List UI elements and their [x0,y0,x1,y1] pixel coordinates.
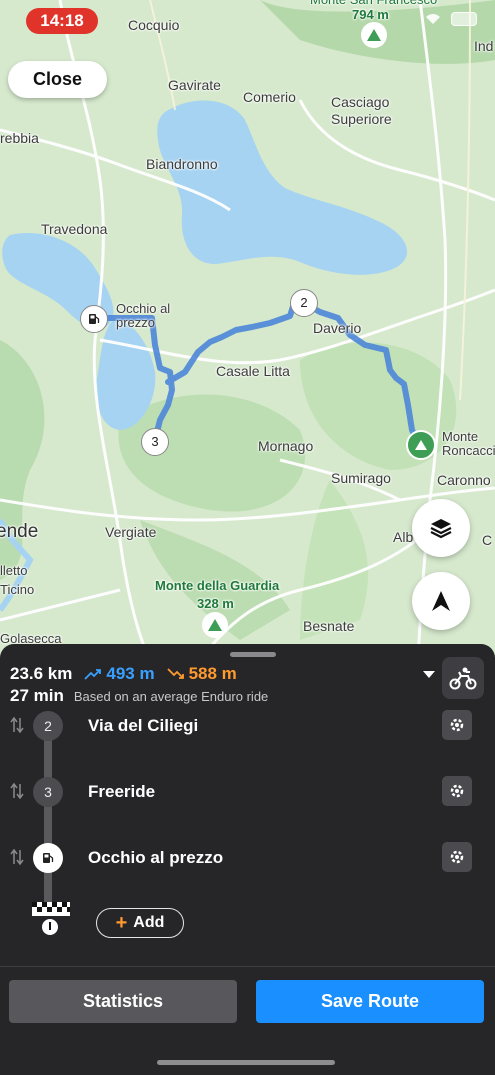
fuel-pump-icon[interactable] [80,305,108,333]
wifi-icon [426,14,440,24]
route-stats: 23.6 km 493 m 588 m [10,664,237,684]
route-descent-value: 588 m [188,664,237,683]
map-label-gavirate: Gavirate [168,77,221,93]
map-label-lletto: lletto [0,563,28,578]
stop-name[interactable]: Occhio al prezzo [88,848,223,868]
route-descent: 588 m [166,664,237,684]
map-view[interactable]: Cocquio Monte San Francesco 794 m Ind Ga… [0,0,495,660]
stop-row[interactable]: 3 Freeride [0,772,495,812]
status-time: 14:18 [26,8,98,34]
mountain-peak-icon[interactable] [202,612,228,638]
map-label-monte-san-francesco-elev: 794 m [352,7,389,22]
vehicle-select-button[interactable] [442,657,484,699]
stop-settings-button[interactable] [442,842,472,872]
map-label-daverio: Daverio [313,320,362,336]
add-stop-label: Add [133,914,165,931]
map-label-caronno: Caronno [437,472,491,488]
stop-row[interactable]: 2 Via del Ciliegi [0,706,495,746]
map-label-occhio-al-prezzo: Occhio al prezzo [116,301,171,330]
stop-name[interactable]: Freeride [88,782,155,802]
fuel-pump-icon [43,853,54,863]
home-indicator[interactable] [157,1060,335,1065]
route-distance: 23.6 km [10,664,73,683]
add-stop-button[interactable]: + Add [96,908,184,938]
map-label-vergiate: Vergiate [105,524,157,540]
finish-flag-icon [32,902,70,935]
plus-icon: + [115,912,128,934]
reorder-icon[interactable] [10,716,24,734]
descent-icon [166,668,184,679]
map-label-alb: Alb [393,529,414,545]
sheet-grab-handle[interactable] [230,652,276,657]
route-ascent-value: 493 m [106,664,155,683]
map-label-monte-della-guardia: Monte della Guardia [155,578,280,593]
layers-icon [430,519,452,539]
map-label-c-edge: C [482,532,493,548]
stop-settings-button[interactable] [442,710,472,740]
map-label-casale-litta: Casale Litta [216,363,290,379]
map-label-besnate: Besnate [303,618,355,634]
gear-icon [450,850,464,864]
map-label-sumirago: Sumirago [331,470,391,486]
reorder-icon[interactable] [10,782,24,800]
stop-name[interactable]: Via del Ciliegi [88,716,198,736]
ascent-icon [84,669,102,680]
map-label-superiore: Superiore [331,111,392,127]
map-label-monte-della-guardia-elev: 328 m [197,596,234,611]
route-duration-row: 27 min Based on an average Enduro ride [10,686,268,706]
gear-icon [450,718,464,732]
close-button[interactable]: Close [8,61,107,98]
map-label-biandronno: Biandronno [146,156,218,172]
map-label-cocquio: Cocquio [128,17,180,33]
map-label-mornago: Mornago [258,438,314,454]
statistics-button[interactable]: Statistics [9,980,237,1023]
map-label-ticino: Ticino [0,582,35,597]
motorbike-icon [449,667,477,690]
battery-icon [451,12,477,26]
layers-button[interactable] [412,499,470,557]
stop-index-badge: 3 [33,777,63,807]
stop-index-badge: 2 [33,711,63,741]
map-label-rebbia: rebbia [0,130,39,146]
waypoint-3-marker[interactable]: 3 [141,428,169,456]
stop-fuel-badge [33,843,63,873]
stop-settings-button[interactable] [442,776,472,806]
start-flag-icon[interactable] [406,430,436,460]
mountain-peak-icon[interactable] [361,22,387,48]
save-route-button[interactable]: Save Route [256,980,484,1023]
vehicle-dropdown-caret[interactable] [423,671,435,678]
route-basis-text: Based on an average Enduro ride [73,689,269,704]
stop-row[interactable]: Occhio al prezzo [0,838,495,878]
map-label-travedona: Travedona [41,221,108,237]
gear-icon [450,784,464,798]
recenter-button[interactable] [412,572,470,630]
map-label-ende: ende [0,521,39,542]
sheet-divider [0,966,495,967]
route-sheet: 23.6 km 493 m 588 m 27 min Based on an a… [0,644,495,1075]
map-label-casciago: Casciago [331,94,390,110]
navigate-arrow-icon [432,591,450,611]
reorder-icon[interactable] [10,848,24,866]
route-ascent: 493 m [84,664,155,684]
status-icons [425,12,477,26]
map-label-monte-roncaccio: Monte Roncaccio [442,429,495,458]
map-label-comerio: Comerio [243,89,296,105]
route-duration: 27 min [10,686,64,705]
waypoint-2-marker[interactable]: 2 [290,289,318,317]
map-label-ind: Ind [474,38,494,54]
